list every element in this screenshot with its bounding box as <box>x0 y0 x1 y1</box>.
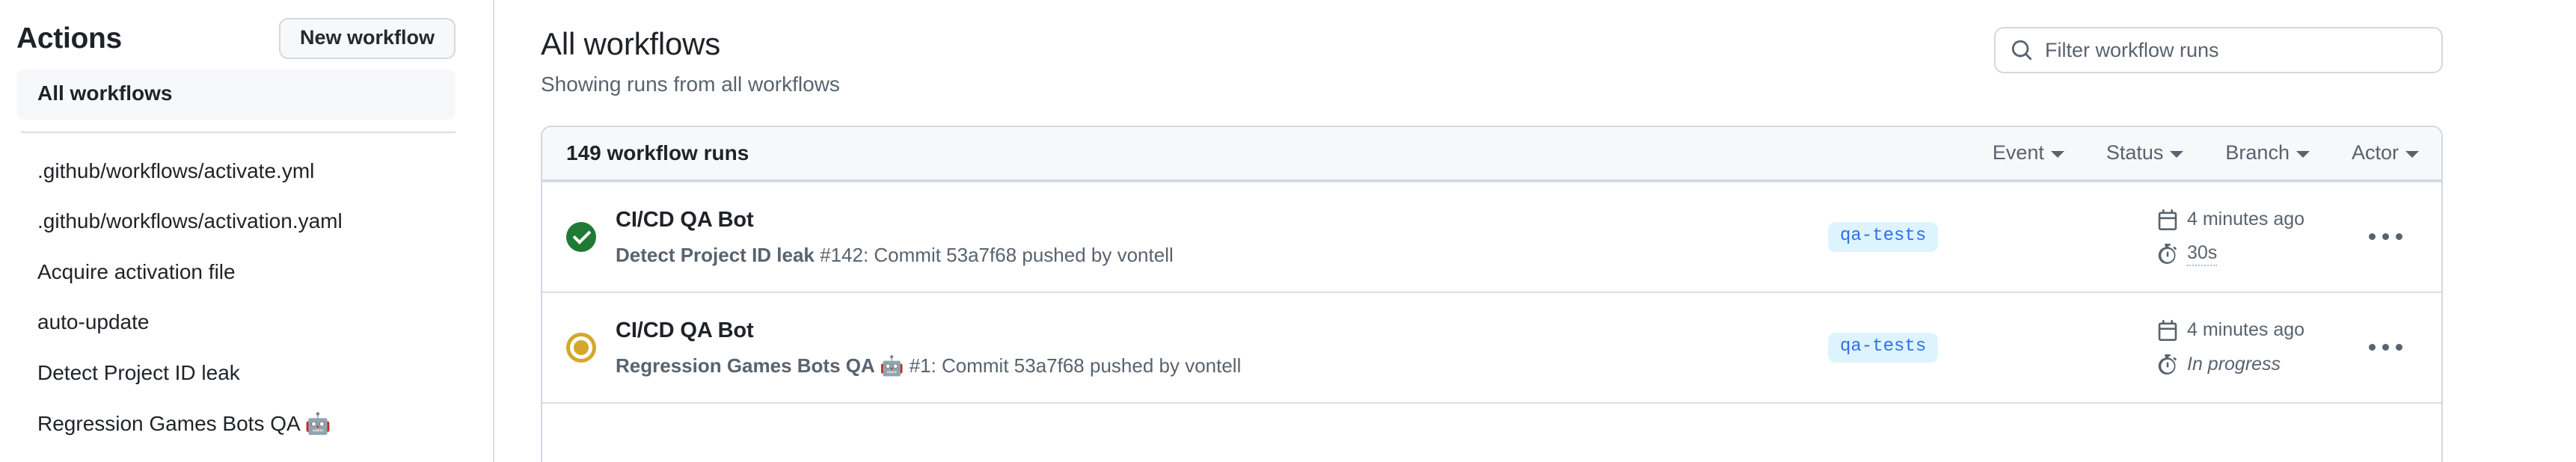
nav-primary-list: All workflows <box>16 69 456 120</box>
workflow-nav: All workflows .github/workflows/activate… <box>16 69 456 449</box>
filter-event-label: Event <box>1992 141 2044 164</box>
branch-badge[interactable]: qa-tests <box>1828 332 1939 363</box>
run-time-line: 4 minutes ago <box>2157 315 2352 345</box>
run-meta-cell: 4 minutes ago 30s <box>2157 205 2352 269</box>
calendar-icon <box>2157 319 2178 341</box>
dot-fill-spinner-icon <box>566 332 596 363</box>
filter-status[interactable]: Status <box>2106 141 2184 164</box>
sidebar-item-all-workflows[interactable]: All workflows <box>16 69 456 120</box>
sidebar-divider <box>21 131 456 133</box>
row-menu-button[interactable] <box>2352 293 2419 402</box>
kebab-horizontal-icon <box>2395 344 2402 351</box>
kebab-horizontal-icon <box>2395 233 2402 241</box>
sidebar-item-auto-update[interactable]: auto-update <box>21 298 456 348</box>
run-title[interactable]: CI/CD QA Bot <box>616 318 1828 344</box>
run-duration: 30s <box>2187 242 2218 266</box>
chevron-down-icon <box>2170 151 2184 158</box>
page-title: All workflows <box>541 26 721 61</box>
chevron-down-icon <box>2050 151 2064 158</box>
page-subtitle: Showing runs from all workflows <box>541 73 840 96</box>
run-status-icon-wrapper <box>566 221 599 253</box>
run-branch-cell: qa-tests <box>1828 332 2157 363</box>
actions-page: Actions New workflow All workflows .gith… <box>0 0 2576 462</box>
branch-badge[interactable]: qa-tests <box>1828 221 1939 252</box>
sidebar-header: Actions New workflow <box>16 0 456 69</box>
run-duration: In progress <box>2187 354 2281 375</box>
chevron-down-icon <box>2296 151 2310 158</box>
row-menu-button[interactable] <box>2352 182 2419 292</box>
new-workflow-button[interactable]: New workflow <box>278 17 456 59</box>
run-subtitle-rest: #142: Commit 53a7f68 pushed by vontell <box>814 243 1174 266</box>
search-input[interactable] <box>1994 27 2443 73</box>
heading-group: All workflows Showing runs from all work… <box>541 16 840 97</box>
nav-workflow-list: .github/workflows/activate.yml .github/w… <box>16 147 456 450</box>
kebab-horizontal-icon <box>2382 344 2389 351</box>
main-header: All workflows Showing runs from all work… <box>541 16 2443 97</box>
kebab-horizontal-icon <box>2368 233 2376 241</box>
filter-actor-label: Actor <box>2351 141 2399 164</box>
filter-branch-label: Branch <box>2225 141 2290 164</box>
run-status-icon-wrapper <box>566 331 599 364</box>
filter-actor[interactable]: Actor <box>2352 141 2419 164</box>
kebab-horizontal-icon <box>2382 233 2389 241</box>
kebab-horizontal-icon <box>2368 344 2376 351</box>
run-info: CI/CD QA Bot Regression Games Bots QA 🤖 … <box>616 318 1828 378</box>
chevron-down-icon <box>2405 151 2419 158</box>
run-subtitle: Regression Games Bots QA 🤖 #1: Commit 53… <box>616 354 1828 378</box>
run-workflow-name: Regression Games Bots QA 🤖 <box>616 354 904 377</box>
run-relative-time: 4 minutes ago <box>2187 319 2305 341</box>
sidebar-item-acquire-activation-file[interactable]: Acquire activation file <box>21 247 456 298</box>
runs-panel-header: 149 workflow runs Event Status Branch Ac… <box>542 126 2441 181</box>
run-duration-line: In progress <box>2157 350 2352 380</box>
run-duration-line: 30s <box>2157 239 2352 269</box>
sidebar-item-activation-yaml[interactable]: .github/workflows/activation.yaml <box>21 197 456 247</box>
workflow-runs-panel: 149 workflow runs Event Status Branch Ac… <box>541 125 2443 462</box>
run-info: CI/CD QA Bot Detect Project ID leak #142… <box>616 207 1828 267</box>
filter-branch[interactable]: Branch <box>2225 141 2310 164</box>
run-title[interactable]: CI/CD QA Bot <box>616 207 1828 233</box>
table-row[interactable]: CI/CD QA Bot Detect Project ID leak #142… <box>542 180 2441 292</box>
filter-group: Event Status Branch Actor <box>1993 141 2419 164</box>
table-row[interactable]: CI/CD QA Bot Regression Games Bots QA 🤖 … <box>542 291 2441 402</box>
run-meta-cell: 4 minutes ago In progress <box>2157 315 2352 380</box>
stopwatch-icon <box>2157 354 2178 375</box>
run-subtitle: Detect Project ID leak #142: Commit 53a7… <box>616 244 1828 267</box>
sidebar-item-regression-games-bots-qa[interactable]: Regression Games Bots QA 🤖 <box>21 399 456 450</box>
sidebar-item-activate-yml[interactable]: .github/workflows/activate.yml <box>21 147 456 197</box>
calendar-icon <box>2157 209 2178 230</box>
main-content: All workflows Showing runs from all work… <box>494 0 2576 462</box>
sidebar: Actions New workflow All workflows .gith… <box>0 0 494 462</box>
runs-count-label: 149 workflow runs <box>566 141 749 164</box>
stopwatch-icon <box>2157 243 2178 265</box>
run-time-line: 4 minutes ago <box>2157 205 2352 235</box>
run-branch-cell: qa-tests <box>1828 221 2157 252</box>
filter-status-label: Status <box>2106 141 2164 164</box>
page-heading-actions: Actions <box>16 22 122 55</box>
table-row[interactable] <box>542 401 2441 462</box>
run-subtitle-rest: #1: Commit 53a7f68 pushed by vontell <box>904 354 1242 377</box>
search-container <box>1994 27 2443 73</box>
check-circle-icon <box>566 221 596 252</box>
filter-event[interactable]: Event <box>1993 141 2064 164</box>
run-workflow-name: Detect Project ID leak <box>616 243 815 266</box>
sidebar-item-detect-project-id-leak[interactable]: Detect Project ID leak <box>21 348 456 399</box>
run-relative-time: 4 minutes ago <box>2187 209 2305 230</box>
